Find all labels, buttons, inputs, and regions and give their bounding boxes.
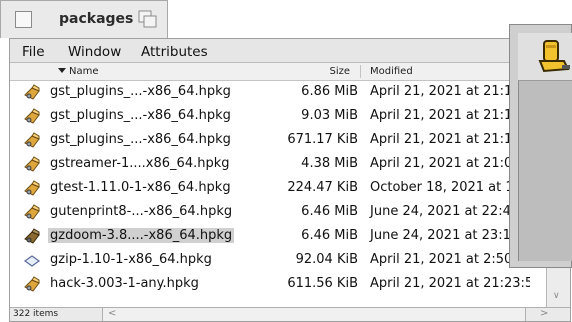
file-modified: October 18, 2021 at 12 [370, 180, 522, 195]
package-icon [24, 228, 40, 244]
table-row[interactable]: gzip-1.10-1-x86_64.hpkg 92.04 KiB April … [10, 249, 530, 272]
file-modified: April 21, 2021 at 2:50:15 [370, 252, 530, 267]
scroll-right-icon[interactable]: > [540, 308, 548, 319]
item-count: 322 items [13, 309, 59, 319]
file-modified: April 21, 2021 at 21:09: [370, 156, 525, 171]
column-separator[interactable] [360, 65, 361, 78]
window-title: packages [59, 11, 134, 27]
package-icon [24, 204, 40, 220]
file-size: 6.46 MiB [301, 204, 358, 219]
file-modified: April 21, 2021 at 21:13: [370, 132, 525, 147]
file-name: gst_plugins_...-x86_64.hpkg [50, 108, 231, 123]
window-tab[interactable]: packages [0, 0, 168, 38]
drive-icon[interactable] [538, 39, 572, 79]
file-size: 6.86 MiB [301, 84, 358, 99]
table-row-selected[interactable]: gzdoom-3.8....-x86_64.hpkg 6.46 MiB June… [10, 225, 530, 248]
file-name: gzdoom-3.8....-x86_64.hpkg [48, 228, 235, 243]
package-icon [24, 180, 40, 196]
menu-window[interactable]: Window [68, 44, 121, 60]
scroll-left-icon[interactable]: < [108, 308, 116, 319]
table-row[interactable]: gutenprint8-...-x86_64.hpkg 6.46 MiB Jun… [10, 201, 530, 224]
file-size: 224.47 KiB [287, 180, 358, 195]
file-size: 671.17 KiB [287, 132, 358, 147]
file-modified: June 24, 2021 at 23:11: [370, 228, 524, 243]
package-icon [24, 84, 40, 100]
table-row[interactable]: hack-3.003-1-any.hpkg 611.56 KiB April 2… [10, 273, 530, 296]
overlapping-window[interactable] [509, 24, 572, 268]
file-name: hack-3.003-1-any.hpkg [50, 276, 199, 291]
horizontal-scrollbar[interactable] [102, 308, 526, 321]
file-modified: April 21, 2021 at 21:14: [370, 108, 525, 123]
menu-file[interactable]: File [22, 44, 45, 60]
file-size: 9.03 MiB [301, 108, 358, 123]
scroll-down-icon[interactable]: ∨ [553, 291, 560, 301]
close-button[interactable] [15, 11, 32, 28]
file-size: 92.04 KiB [295, 252, 358, 267]
file-modified: June 24, 2021 at 22:45: [370, 204, 524, 219]
file-name: gtest-1.11.0-1-x86_64.hpkg [50, 180, 231, 195]
file-name: gst_plugins_...-x86_64.hpkg [50, 132, 231, 147]
file-list: gst_plugins_...-x86_64.hpkg 6.86 MiB Apr… [10, 81, 530, 307]
table-row[interactable]: gst_plugins_...-x86_64.hpkg 6.86 MiB Apr… [10, 81, 530, 104]
file-name: gzip-1.10-1-x86_64.hpkg [50, 252, 212, 267]
file-name: gstreamer-1....x86_64.hpkg [50, 156, 230, 171]
table-row[interactable]: gtest-1.11.0-1-x86_64.hpkg 224.47 KiB Oc… [10, 177, 530, 200]
file-name: gutenprint8-...-x86_64.hpkg [50, 204, 233, 219]
table-row[interactable]: gst_plugins_...-x86_64.hpkg 671.17 KiB A… [10, 129, 530, 152]
file-modified: April 21, 2021 at 21:23:57 [370, 276, 530, 291]
tracker-window: File Window Attributes Name Size Modifie… [9, 38, 571, 322]
file-size: 4.38 MiB [301, 156, 358, 171]
column-name-label: Name [69, 66, 99, 77]
broken-package-icon [23, 255, 41, 267]
sort-arrow-icon [58, 68, 66, 73]
file-size: 611.56 KiB [287, 276, 358, 291]
file-modified: April 21, 2021 at 21:13: [370, 84, 525, 99]
menu-bar: File Window Attributes [10, 39, 570, 63]
zoom-icon[interactable] [138, 10, 158, 28]
column-size[interactable]: Size [310, 66, 350, 77]
column-header: Name Size Modified [10, 63, 530, 81]
column-name[interactable]: Name [58, 66, 99, 77]
file-name: gst_plugins_...-x86_64.hpkg [50, 84, 231, 99]
status-bar: 322 items < > [10, 307, 570, 321]
table-row[interactable]: gstreamer-1....x86_64.hpkg 4.38 MiB Apri… [10, 153, 530, 176]
table-row[interactable]: gst_plugins_...-x86_64.hpkg 9.03 MiB Apr… [10, 105, 530, 128]
package-icon [24, 132, 40, 148]
menu-attributes[interactable]: Attributes [141, 44, 208, 60]
column-modified[interactable]: Modified [370, 66, 413, 77]
file-size: 6.46 MiB [301, 228, 358, 243]
package-icon [24, 156, 40, 172]
package-icon [24, 108, 40, 124]
package-icon [24, 276, 40, 292]
